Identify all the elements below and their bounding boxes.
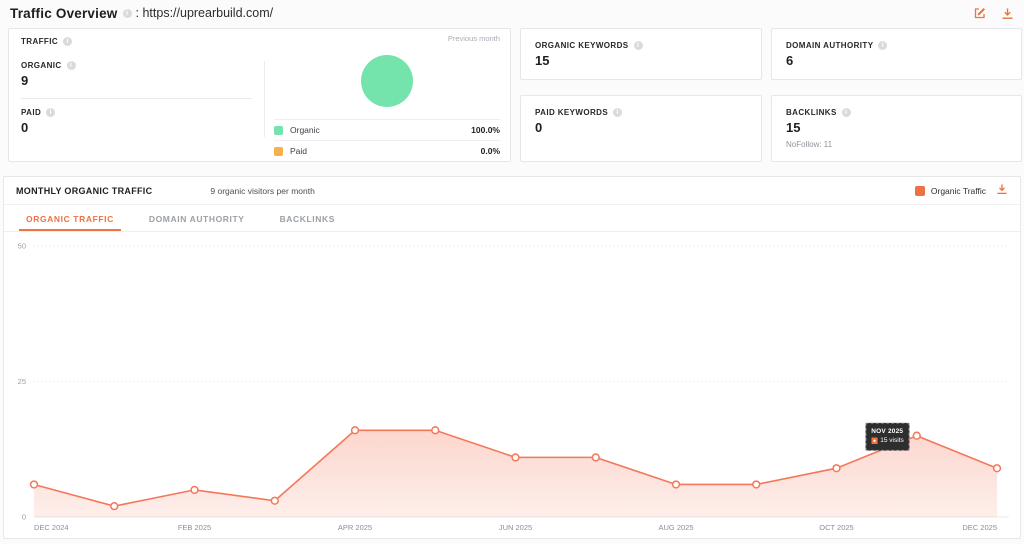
svg-text:APR 2025: APR 2025	[338, 523, 372, 532]
traffic-card: TRAFFIC i ORGANIC i 9 PAID i 0 Previous mon…	[8, 28, 511, 162]
monthly-header: MONTHLY ORGANIC TRAFFIC 9 organic visito…	[4, 177, 1020, 205]
svg-text:0: 0	[22, 513, 26, 522]
tooltip-swatch	[871, 438, 878, 445]
pie-legend-organic: Organic 100.0%	[274, 119, 500, 140]
info-icon[interactable]: i	[63, 37, 73, 46]
svg-text:50: 50	[18, 242, 26, 251]
edit-icon[interactable]	[973, 6, 987, 20]
traffic-pie-chart[interactable]	[361, 55, 413, 107]
organic-traffic-chart[interactable]: 0 25 50 DEC 2024 FEB 2025 APR 2025 JUN 2025 AUG…	[4, 233, 1018, 539]
svg-text:25: 25	[18, 377, 26, 386]
paid-swatch	[274, 146, 283, 156]
svg-text:JUN 2025: JUN 2025	[499, 523, 532, 532]
tab-organic-traffic[interactable]: ORGANIC TRAFFIC	[19, 205, 121, 231]
tab-domain-authority[interactable]: DOMAIN AUTHORITY	[142, 205, 252, 231]
monthly-traffic-card: MONTHLY ORGANIC TRAFFIC 9 organic visito…	[3, 176, 1021, 539]
page-title: Traffic Overview	[10, 5, 118, 21]
download-icon[interactable]	[1001, 7, 1014, 20]
svg-text:OCT 2025: OCT 2025	[819, 523, 853, 532]
svg-text:DEC 2025: DEC 2025	[962, 523, 997, 532]
chart-legend: Organic Traffic	[914, 185, 986, 196]
tooltip-value: 15 visits	[880, 437, 904, 445]
chart-tooltip: NOV 2025 15 visits	[865, 422, 910, 451]
tab-backlinks[interactable]: BACKLINKS	[273, 205, 342, 231]
backlinks-card: BACKLINKS i 15 NoFollow: 11	[771, 95, 1022, 162]
svg-text:AUG 2025: AUG 2025	[658, 523, 693, 532]
chart-download-icon[interactable]	[996, 182, 1008, 200]
organic-swatch	[274, 125, 283, 135]
page: Traffic Overview i : https://uprearbuild…	[0, 0, 1024, 539]
backlinks-value: 15	[786, 120, 801, 135]
paid-keywords-value: 0	[535, 120, 543, 135]
organic-keywords-card: ORGANIC KEYWORDS i 15	[520, 28, 762, 80]
organic-keywords-value: 15	[535, 53, 550, 68]
info-icon[interactable]: i	[46, 108, 56, 117]
paid-keywords-card: PAID KEYWORDS i 0	[520, 95, 762, 162]
info-icon[interactable]: i	[613, 108, 623, 117]
organic-label: ORGANIC i	[21, 61, 252, 70]
info-icon[interactable]: i	[66, 61, 76, 70]
info-icon[interactable]: i	[841, 108, 851, 117]
info-icon[interactable]: i	[878, 41, 888, 50]
stats-section: TRAFFIC i ORGANIC i 9 PAID i 0 Previous mon…	[0, 24, 1024, 162]
previous-month-label: Previous month	[447, 34, 500, 43]
organic-traffic-swatch	[914, 185, 925, 196]
paid-label: PAID i	[21, 108, 252, 117]
svg-text:DEC 2024: DEC 2024	[34, 523, 69, 532]
info-icon[interactable]: i	[122, 8, 132, 18]
monthly-title: MONTHLY ORGANIC TRAFFIC	[16, 185, 153, 196]
domain-authority-card: DOMAIN AUTHORITY i 6	[771, 28, 1022, 80]
monthly-subtitle: 9 organic visitors per month	[210, 185, 315, 196]
info-icon[interactable]: i	[633, 41, 643, 50]
nofollow-label: NoFollow: 11	[786, 140, 833, 149]
svg-text:FEB 2025: FEB 2025	[178, 523, 211, 532]
traffic-share-panel: Previous month Organic 100.0% Paid 0.0%	[264, 29, 510, 161]
organic-traffic-value: 9	[21, 73, 29, 88]
divider	[21, 98, 252, 99]
site-url: : https://uprearbuild.com/	[135, 6, 274, 20]
paid-traffic-value: 0	[21, 120, 29, 135]
pie-legend-paid: Paid 0.0%	[274, 140, 500, 161]
traffic-label: TRAFFIC i	[21, 37, 252, 46]
domain-authority-value: 6	[786, 53, 794, 68]
page-header: Traffic Overview i : https://uprearbuild…	[0, 0, 1024, 24]
traffic-tabs: ORGANIC TRAFFIC DOMAIN AUTHORITY BACKLINKS	[4, 205, 1020, 232]
tooltip-month: NOV 2025	[871, 427, 904, 435]
